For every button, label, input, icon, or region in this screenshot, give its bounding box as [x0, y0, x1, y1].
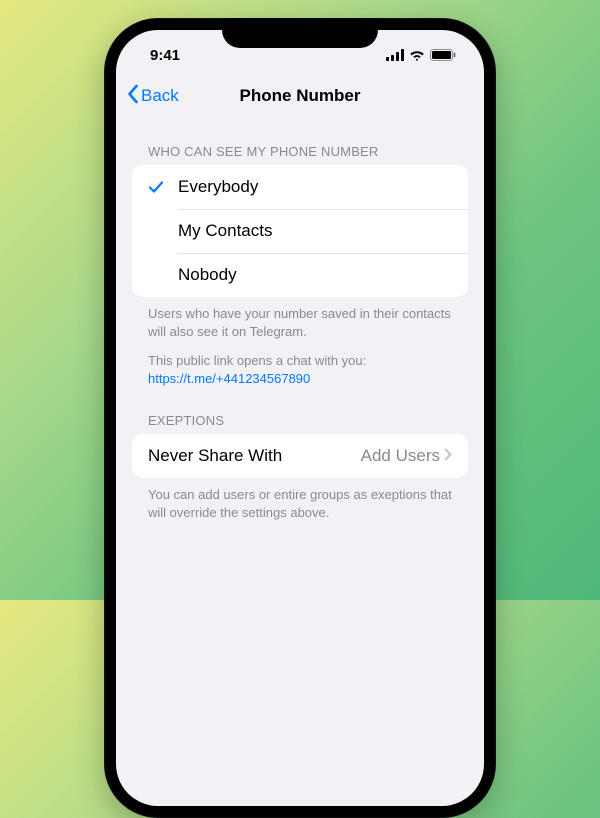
back-button[interactable]: Back: [126, 84, 179, 109]
visibility-section-header: WHO CAN SEE MY PHONE NUMBER: [132, 118, 468, 165]
visibility-option-nobody[interactable]: Nobody: [132, 253, 468, 297]
chevron-left-icon: [126, 84, 139, 109]
page-title: Phone Number: [240, 86, 361, 106]
exceptions-group: Never Share With Add Users: [132, 434, 468, 478]
status-time: 9:41: [144, 41, 180, 64]
public-link[interactable]: https://t.me/+441234567890: [148, 371, 310, 386]
battery-icon: [430, 49, 456, 61]
chevron-right-icon: [444, 446, 452, 466]
screen: 9:41 Back Phone Number: [116, 30, 484, 806]
visibility-option-everybody[interactable]: Everybody: [132, 165, 468, 209]
exceptions-footer: You can add users or entire groups as ex…: [132, 478, 468, 521]
row-value-text: Add Users: [361, 446, 440, 466]
row-label: Never Share With: [148, 446, 282, 466]
option-label: My Contacts: [178, 221, 272, 241]
checkmark-icon: [148, 179, 178, 195]
nav-bar: Back Phone Number: [116, 74, 484, 118]
visibility-group: Everybody My Contacts Nobody: [132, 165, 468, 297]
phone-frame: 9:41 Back Phone Number: [104, 18, 496, 818]
row-value: Add Users: [361, 446, 452, 466]
exceptions-section-header: EXEPTIONS: [132, 387, 468, 434]
visibility-footer-1: Users who have your number saved in thei…: [132, 297, 468, 340]
status-indicators: [386, 43, 456, 61]
link-intro: This public link opens a chat with you:: [148, 353, 366, 368]
cellular-icon: [386, 49, 404, 61]
never-share-with-row[interactable]: Never Share With Add Users: [132, 434, 468, 478]
visibility-option-my-contacts[interactable]: My Contacts: [132, 209, 468, 253]
option-label: Everybody: [178, 177, 258, 197]
back-label: Back: [141, 86, 179, 106]
content: WHO CAN SEE MY PHONE NUMBER Everybody My…: [116, 118, 484, 521]
wifi-icon: [409, 49, 425, 61]
option-label: Nobody: [178, 265, 237, 285]
visibility-footer-2: This public link opens a chat with you: …: [132, 340, 468, 387]
notch: [222, 18, 378, 48]
